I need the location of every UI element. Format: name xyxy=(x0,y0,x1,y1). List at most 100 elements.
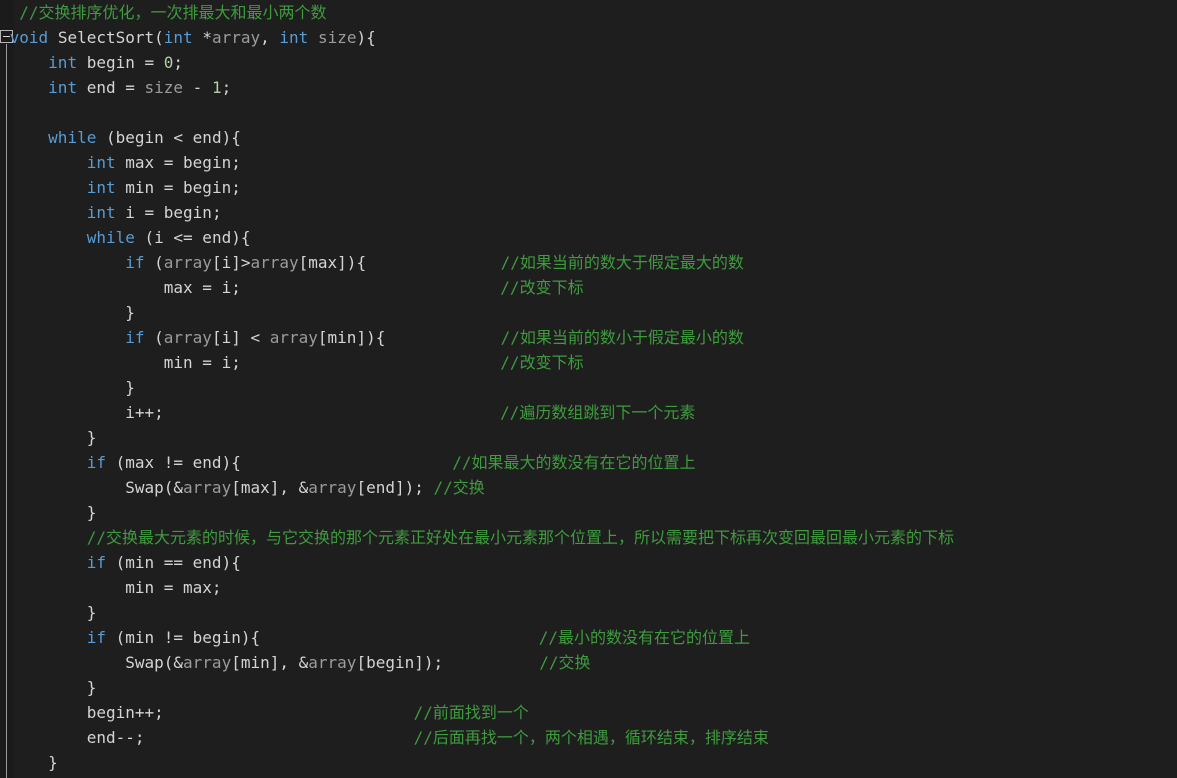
code-line: if (array[i]>array[max]){//如果当前的数大于假定最大的… xyxy=(0,250,1177,275)
code-comment: //如果当前的数小于假定最小的数 xyxy=(500,328,744,347)
code-identifier: [begin]); xyxy=(356,653,444,672)
code-keyword: void xyxy=(9,28,49,47)
code-parameter: array xyxy=(183,653,232,672)
code-line: while (i <= end){ xyxy=(0,225,1177,250)
code-line: int max = begin; xyxy=(0,150,1177,175)
code-comment: //最小的数没有在它的位置上 xyxy=(538,628,751,647)
code-line: Swap(&array[min], &array[begin]);//交换 xyxy=(0,650,1177,675)
code-parameter: array xyxy=(308,653,357,672)
code-line: i++; //遍历数组跳到下一个元素 xyxy=(0,400,1177,425)
code-parameter: size xyxy=(144,78,184,97)
code-line: int end = size - 1; xyxy=(0,75,1177,100)
code-identifier: } xyxy=(86,503,97,522)
code-parameter: array xyxy=(308,478,357,497)
code-identifier: Swap xyxy=(125,653,164,672)
code-line: } xyxy=(0,500,1177,525)
code-identifier: [end]); xyxy=(356,478,434,497)
code-comment: //交换最大元素的时候，与它交换的那个元素正好处在最小元素那个位置上，所以需要把… xyxy=(86,528,954,547)
code-identifier: ; xyxy=(221,78,232,97)
code-identifier: } xyxy=(48,753,58,772)
code-identifier: - xyxy=(183,78,212,97)
code-keyword: int xyxy=(48,78,78,97)
code-identifier: , xyxy=(260,28,280,47)
code-identifier: [i]> xyxy=(211,253,251,272)
code-parameter: array xyxy=(183,478,232,497)
code-parameter: array xyxy=(163,253,212,272)
code-comment: //改变下标 xyxy=(500,278,584,297)
code-keyword: int xyxy=(86,203,116,222)
code-identifier: begin++; xyxy=(86,703,164,722)
code-identifier: max = i; xyxy=(163,278,241,297)
code-line: if (array[i] < array[min]){//如果当前的数小于假定最… xyxy=(0,325,1177,350)
code-identifier: ( xyxy=(144,253,164,272)
code-keyword: int xyxy=(86,178,116,197)
code-number: 0 xyxy=(163,53,174,72)
code-line: int i = begin; xyxy=(0,200,1177,225)
code-line: while (begin < end){ xyxy=(0,125,1177,150)
code-identifier: i++; xyxy=(125,403,164,422)
code-comment: //交换 xyxy=(539,653,591,672)
code-parameter: array xyxy=(211,28,261,47)
code-parameter: array xyxy=(250,253,299,272)
code-comment: //交换 xyxy=(433,478,485,497)
code-keyword: if xyxy=(125,328,145,347)
code-identifier: (i <= end){ xyxy=(134,228,251,247)
code-line: end--; //后面再找一个，两个相遇，循环结束，排序结束 xyxy=(0,725,1177,750)
code-identifier: min = i; xyxy=(163,353,241,372)
code-parameter: array xyxy=(269,328,318,347)
code-identifier: } xyxy=(86,678,97,697)
code-number: 1 xyxy=(211,78,222,97)
code-keyword: if xyxy=(86,628,106,647)
code-line: //交换排序优化，一次排最大和最小两个数 xyxy=(0,0,1177,25)
code-line: void SelectSort(int *array, int size){ xyxy=(0,25,1177,50)
code-keyword: if xyxy=(125,253,145,272)
code-line: if (min != begin){//最小的数没有在它的位置上 xyxy=(0,625,1177,650)
code-parameter: size xyxy=(317,28,357,47)
code-line: } xyxy=(0,600,1177,625)
code-keyword: int xyxy=(163,28,193,47)
code-identifier: ( xyxy=(154,28,164,47)
code-identifier: (max != end){ xyxy=(105,453,241,472)
code-line: min = max; xyxy=(0,575,1177,600)
code-identifier: end--; xyxy=(86,728,145,747)
code-identifier: min = begin; xyxy=(115,178,241,197)
code-comment: //如果最大的数没有在它的位置上 xyxy=(452,453,696,472)
code-line: } xyxy=(0,300,1177,325)
code-line: } xyxy=(0,675,1177,700)
code-line: //交换最大元素的时候，与它交换的那个元素正好处在最小元素那个位置上，所以需要把… xyxy=(0,525,1177,550)
code-editor-pane[interactable]: //交换排序优化，一次排最大和最小两个数 void SelectSort(int… xyxy=(0,0,1177,778)
code-line: } xyxy=(0,425,1177,450)
code-identifier: } xyxy=(86,603,97,622)
code-keyword: int xyxy=(86,153,116,172)
code-line: min = i; //改变下标 xyxy=(0,350,1177,375)
code-identifier: (min == end){ xyxy=(105,553,241,572)
code-identifier: } xyxy=(86,428,97,447)
code-identifier: [min], & xyxy=(231,653,309,672)
code-line: max = i; //改变下标 xyxy=(0,275,1177,300)
code-identifier: ( xyxy=(144,328,164,347)
code-line: } xyxy=(0,750,1177,775)
code-identifier: (& xyxy=(163,478,184,497)
code-identifier: [min]){ xyxy=(317,328,386,347)
code-line: if (max != end){//如果最大的数没有在它的位置上 xyxy=(0,450,1177,475)
code-identifier: (begin < end){ xyxy=(96,128,241,147)
code-identifier: Swap xyxy=(125,478,164,497)
code-identifier: end = xyxy=(77,78,145,97)
code-line: begin++; //前面找到一个 xyxy=(0,700,1177,725)
code-line: Swap(&array[max], &array[end]); //交换 xyxy=(0,475,1177,500)
code-comment: //遍历数组跳到下一个元素 xyxy=(500,403,696,422)
code-identifier: SelectSort xyxy=(57,28,155,47)
code-comment: //后面再找一个，两个相遇，循环结束，排序结束 xyxy=(413,728,769,747)
code-keyword: int xyxy=(48,53,78,72)
code-identifier: ; xyxy=(173,53,184,72)
code-identifier: max = begin; xyxy=(115,153,241,172)
source-code-text[interactable]: //交换排序优化，一次排最大和最小两个数 void SelectSort(int… xyxy=(0,0,1177,775)
code-comment: //改变下标 xyxy=(500,353,584,372)
code-identifier: [max], & xyxy=(231,478,309,497)
code-identifier: * xyxy=(192,28,212,47)
code-line: if (min == end){ xyxy=(0,550,1177,575)
code-line: int begin = 0; xyxy=(0,50,1177,75)
code-identifier: begin = xyxy=(77,53,164,72)
code-identifier xyxy=(48,28,58,47)
